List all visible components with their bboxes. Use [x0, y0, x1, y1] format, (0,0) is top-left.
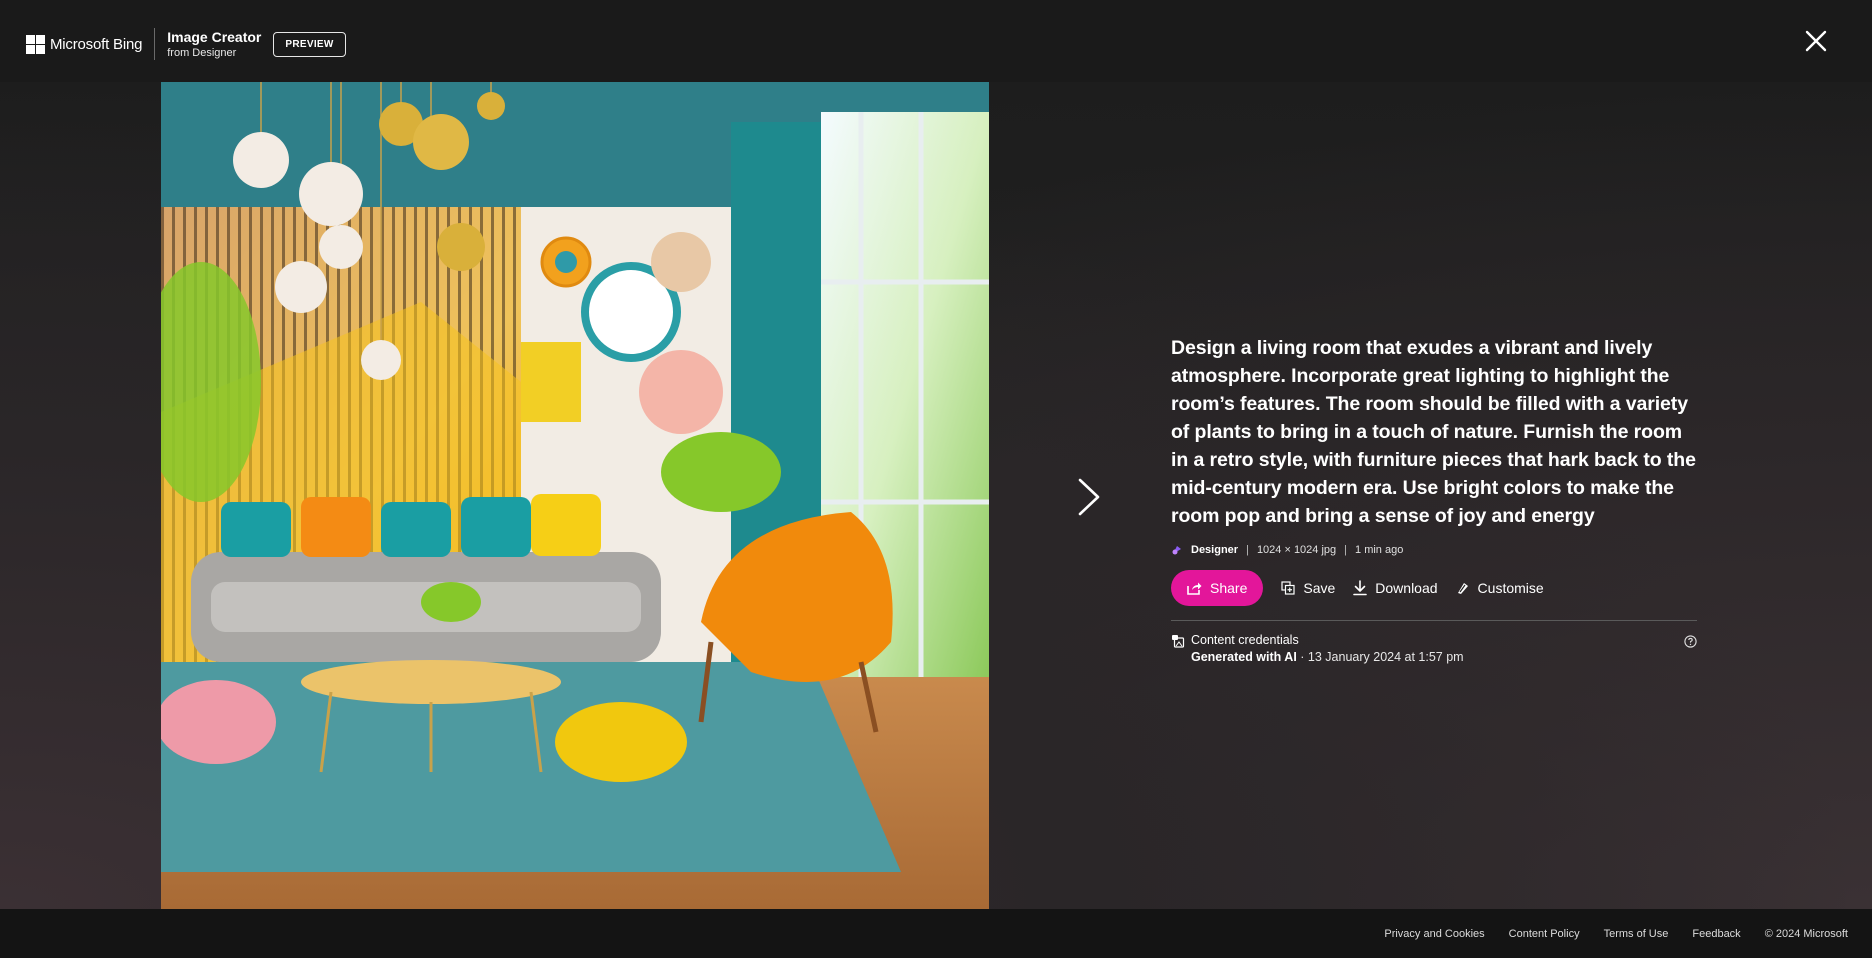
help-icon[interactable]	[1684, 635, 1697, 648]
meta-time: 1 min ago	[1355, 544, 1404, 556]
meta-separator: |	[1246, 544, 1249, 556]
save-to-collection-icon	[1281, 581, 1295, 595]
content-credentials-icon	[1172, 635, 1185, 648]
product-subtitle: from Designer	[167, 46, 237, 59]
brand[interactable]: Microsoft Bing Image Creator from Design…	[26, 28, 346, 60]
product-title: Image Creator	[167, 28, 262, 45]
brand-name: Microsoft Bing	[50, 35, 143, 53]
footer: Privacy and Cookies Content Policy Terms…	[0, 909, 1872, 958]
generated-with-ai: Generated with AI	[1191, 650, 1297, 664]
save-button[interactable]: Save	[1281, 580, 1335, 596]
share-label: Share	[1210, 580, 1248, 596]
microsoft-logo-icon	[26, 34, 45, 54]
living-room-illustration	[161, 82, 989, 909]
customise-label: Customise	[1477, 580, 1544, 596]
close-icon	[1805, 30, 1827, 52]
download-label: Download	[1375, 580, 1438, 596]
footer-link-privacy[interactable]: Privacy and Cookies	[1384, 928, 1484, 940]
share-button[interactable]: Share	[1171, 570, 1264, 606]
credentials-title: Content credentials	[1191, 633, 1299, 647]
generated-image[interactable]	[161, 82, 989, 909]
image-details-panel: Design a living room that exudes a vibra…	[1171, 334, 1701, 664]
save-label: Save	[1303, 580, 1336, 596]
footer-link-content-policy[interactable]: Content Policy	[1509, 928, 1580, 940]
generated-date: · 13 January 2024 at 1:57 pm	[1296, 650, 1464, 664]
meta-size: 1024 × 1024 jpg	[1256, 544, 1337, 556]
meta-separator: |	[1344, 544, 1348, 556]
credentials-info: Generated with AI · 13 January 2024 at 1…	[1191, 650, 1464, 664]
customise-button[interactable]: Customise	[1456, 580, 1544, 596]
close-button[interactable]	[1803, 28, 1829, 54]
meta-source: Designer	[1191, 544, 1239, 556]
image-meta: Designer | 1024 × 1024 jpg | 1 min ago	[1171, 544, 1701, 556]
brand-divider	[154, 28, 156, 60]
download-button[interactable]: Download	[1353, 580, 1438, 596]
footer-link-feedback[interactable]: Feedback	[1692, 928, 1740, 940]
copyright: © 2024 Microsoft	[1764, 927, 1848, 940]
content-credentials: Content credentials Generated with AI · …	[1171, 633, 1701, 664]
product-name: Image Creator from Designer	[167, 30, 261, 59]
prompt-text: Design a living room that exudes a vibra…	[1171, 337, 1696, 527]
action-bar: Share Save Download Customise	[1171, 570, 1701, 606]
designer-icon	[1172, 546, 1181, 555]
chevron-right-icon	[1078, 478, 1100, 516]
next-image-button[interactable]	[1074, 476, 1104, 518]
designer-edit-icon	[1457, 583, 1468, 594]
top-bar: Microsoft Bing Image Creator from Design…	[0, 0, 1872, 82]
footer-link-terms[interactable]: Terms of Use	[1604, 928, 1669, 940]
share-icon	[1187, 582, 1202, 595]
download-icon	[1353, 580, 1368, 596]
section-divider	[1171, 620, 1697, 621]
preview-badge: PREVIEW	[273, 31, 346, 57]
